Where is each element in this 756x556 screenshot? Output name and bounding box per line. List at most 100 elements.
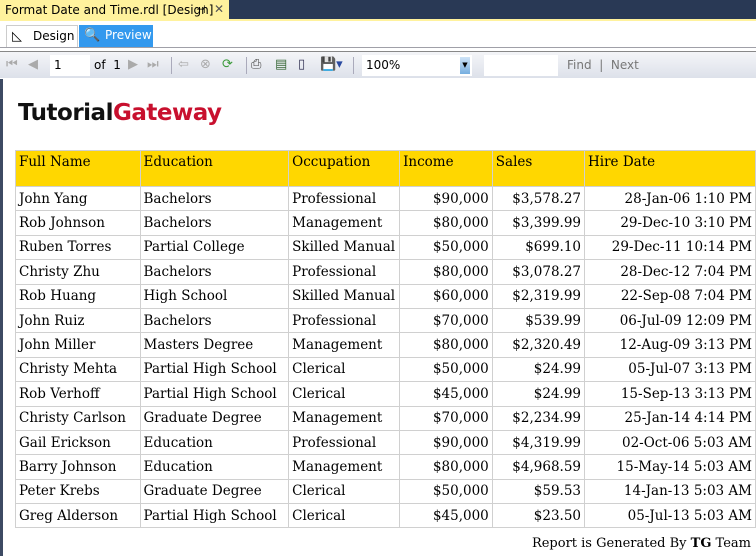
table-cell: $45,000 (399, 381, 493, 407)
table-cell: Partial High School (139, 381, 290, 407)
separator (353, 57, 354, 74)
table-cell: $50,000 (399, 478, 493, 505)
table-cell: Christy Carlson (15, 405, 141, 431)
table-cell: Partial College (139, 234, 290, 261)
table-cell: Management (288, 405, 401, 431)
refresh-icon[interactable]: ⟳ (222, 56, 233, 74)
export-icon[interactable]: 💾▾ (320, 56, 343, 74)
table-row: Rob Johnson Bachelors Management $80,000 $3,… (15, 210, 756, 236)
table-cell: 05-Jul-07 3:13 PM (584, 356, 756, 383)
table-cell: Clerical (288, 478, 401, 505)
table-cell: $90,000 (399, 429, 493, 456)
column-header: Hire Date (584, 150, 756, 187)
table-row: John Ruiz Bachelors Professional $70,000 $53… (15, 307, 756, 334)
table-cell: $699.10 (491, 234, 586, 261)
table-cell: Ruben Torres (15, 234, 141, 261)
table-cell: John Yang (15, 185, 141, 212)
table-cell: 15-Sep-13 3:13 PM (584, 381, 756, 407)
table-cell: 29-Dec-11 10:14 PM (584, 234, 756, 261)
last-page-icon[interactable]: ⏭ (147, 56, 159, 74)
column-header: Occupation (288, 150, 401, 187)
table-cell: Education (139, 454, 290, 480)
table-row: Peter Krebs Graduate Degree Clerical $50,00… (15, 478, 756, 505)
preview-icon: 🔍 (84, 28, 101, 43)
table-cell: 05-Jul-13 5:03 AM (584, 503, 756, 529)
column-header: Full Name (15, 150, 141, 187)
page-number-input[interactable]: 1 (50, 55, 90, 76)
table-cell: Bachelors (139, 307, 290, 334)
table-cell: 25-Jan-14 4:14 PM (584, 405, 756, 431)
logo: TutorialGateway (18, 100, 222, 126)
table-cell: Professional (288, 259, 401, 285)
table-cell: $4,968.59 (491, 454, 586, 480)
back-icon[interactable]: ⇦ (178, 56, 189, 74)
table-row: Gail Erickson Education Professional $90,00… (15, 429, 756, 456)
footer-suffix: Team (711, 536, 751, 551)
table-cell: Management (288, 454, 401, 480)
next-button[interactable]: Next (611, 58, 639, 72)
find-input[interactable] (484, 55, 558, 76)
table-cell: $23.50 (491, 503, 586, 529)
table-row: Barry Johnson Education Management $80,000 $… (15, 454, 756, 480)
table-cell: $80,000 (399, 332, 493, 358)
table-cell: $80,000 (399, 454, 493, 480)
table-cell: $2,234.99 (491, 405, 586, 431)
document-tab[interactable]: Format Date and Time.rdl [Design] ⊣ ✕ (0, 0, 229, 20)
tab-design[interactable]: ◺ Design (6, 25, 78, 47)
chevron-down-icon[interactable]: ▼ (460, 57, 470, 74)
table-cell: Bachelors (139, 210, 290, 236)
table-cell: Partial High School (139, 503, 290, 529)
table-cell: Skilled Manual (288, 283, 401, 309)
table-cell: $59.53 (491, 478, 586, 505)
tab-preview-label: Preview (105, 28, 152, 42)
table-cell: John Ruiz (15, 307, 141, 334)
table-cell: Management (288, 332, 401, 358)
next-page-icon[interactable]: ▶ (128, 56, 138, 74)
table-cell: John Miller (15, 332, 141, 358)
table-cell: $3,578.27 (491, 185, 586, 212)
table-row: Christy Zhu Bachelors Professional $80,000 $… (15, 259, 756, 285)
table-cell: 15-May-14 5:03 AM (584, 454, 756, 480)
print-layout-icon[interactable]: ▤ (275, 56, 287, 74)
table-cell: Masters Degree (139, 332, 290, 358)
pin-icon[interactable]: ⊣ (196, 3, 206, 16)
previous-page-icon[interactable]: ◀ (28, 56, 38, 74)
first-page-icon[interactable]: ⏮ (6, 56, 18, 74)
tab-preview[interactable]: 🔍 Preview (79, 25, 153, 47)
table-cell: $60,000 (399, 283, 493, 309)
table-cell: Clerical (288, 503, 401, 529)
report-table: Full Name Education Occupation Income Sales H… (15, 150, 756, 529)
page-setup-icon[interactable]: ▯ (298, 56, 305, 74)
design-icon: ◺ (12, 29, 22, 44)
table-cell: $539.99 (491, 307, 586, 334)
zoom-select[interactable]: 100% ▼ (362, 55, 472, 76)
table-cell: 06-Jul-09 12:09 PM (584, 307, 756, 334)
table-cell: Clerical (288, 381, 401, 407)
close-icon[interactable]: ✕ (214, 2, 224, 16)
table-cell: Graduate Degree (139, 405, 290, 431)
logo-part1: Tutorial (18, 100, 113, 126)
find-controls: Find | Next (567, 58, 639, 72)
footer-bold: TG (690, 536, 712, 551)
table-cell: $24.99 (491, 356, 586, 383)
column-header: Education (139, 150, 290, 187)
table-cell: $90,000 (399, 185, 493, 212)
table-cell: $80,000 (399, 210, 493, 236)
table-cell: Rob Verhoff (15, 381, 141, 407)
find-button[interactable]: Find (567, 58, 592, 72)
table-cell: $3,078.27 (491, 259, 586, 285)
table-cell: $50,000 (399, 234, 493, 261)
stop-icon[interactable]: ⊗ (200, 56, 211, 74)
table-cell: $70,000 (399, 307, 493, 334)
header-row: Full Name Education Occupation Income Sales H… (15, 150, 756, 187)
print-icon[interactable]: ⎙ (251, 56, 261, 74)
table-cell: Barry Johnson (15, 454, 141, 480)
table-cell: Professional (288, 429, 401, 456)
footer-prefix: Report is Generated By (531, 536, 691, 551)
table-cell: 28-Jan-06 1:10 PM (584, 185, 756, 212)
table-cell: Partial High School (139, 356, 290, 383)
document-tab-title: Format Date and Time.rdl [Design] (5, 3, 214, 17)
table-row: John Yang Bachelors Professional $90,000 $3,… (15, 185, 756, 212)
table-cell: $24.99 (491, 381, 586, 407)
zoom-value: 100% (366, 58, 401, 72)
